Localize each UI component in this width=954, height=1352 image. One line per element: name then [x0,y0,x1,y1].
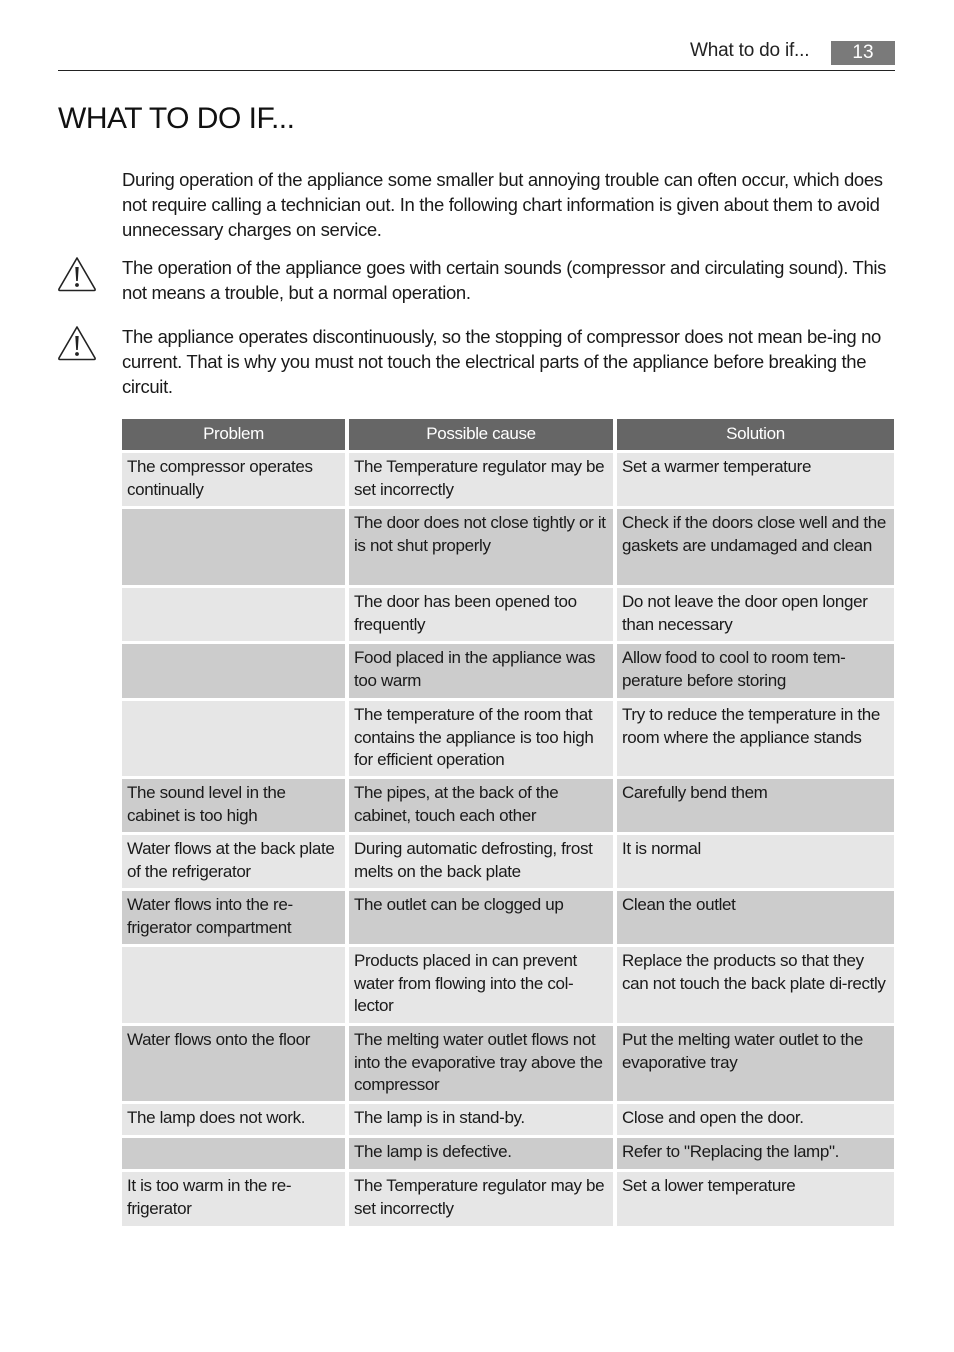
cause-cell: The Temperature regulator may be set inc… [349,453,613,506]
warning-text: The appliance operates discontinuously, … [122,326,881,397]
table-row: The lamp does not work. The lamp is in s… [122,1104,894,1135]
problem-cell [122,947,345,1023]
cause-cell: The lamp is defective. [349,1138,613,1169]
solution-cell: Set a lower temperature [617,1172,894,1226]
column-header-cause: Possible cause [349,419,613,450]
table-row: Water flows into the re-frigerator compa… [122,891,894,944]
table-row: It is too warm in the re-frigerator The … [122,1172,894,1226]
problem-cell: The lamp does not work. [122,1104,345,1135]
page-number: 13 [831,41,895,65]
table-row: Food placed in the appliance was too war… [122,644,894,698]
solution-cell: Carefully bend them [617,779,894,832]
cause-cell: The Temperature regulator may be set inc… [349,1172,613,1226]
cause-cell: The door does not close tightly or it is… [349,509,613,585]
cause-cell: During automatic defrosting, frost melts… [349,835,613,888]
solution-cell: Close and open the door. [617,1104,894,1135]
cause-cell: The temperature of the room that contain… [349,701,613,776]
warning-triangle-icon [58,326,96,361]
table-row: The door has been opened too frequently … [122,588,894,641]
column-header-problem: Problem [122,419,345,450]
cause-cell: The pipes, at the back of the cabinet, t… [349,779,613,832]
table-row: The door does not close tightly or it is… [122,509,894,585]
problem-cell: Water flows at the back plate of the ref… [122,835,345,888]
solution-cell: Check if the doors close well and the ga… [617,509,894,585]
problem-cell [122,701,345,776]
solution-cell: Refer to "Replacing the lamp". [617,1138,894,1169]
table-row: Products placed in can prevent water fro… [122,947,894,1023]
warning-text: The operation of the appliance goes with… [122,257,887,303]
solution-cell: Try to reduce the temperature in the roo… [617,701,894,776]
solution-cell: Set a warmer temperature [617,453,894,506]
header-rule [58,70,895,71]
table-row: The lamp is defective. Refer to "Replaci… [122,1138,894,1169]
solution-cell: Do not leave the door open longer than n… [617,588,894,641]
problem-cell [122,509,345,585]
problem-cell: It is too warm in the re-frigerator [122,1172,345,1226]
solution-cell: Clean the outlet [617,891,894,944]
cause-cell: The lamp is in stand-by. [349,1104,613,1135]
troubleshooting-table: Problem Possible cause Solution The comp… [122,419,894,1229]
warning-triangle-icon [58,257,96,292]
table-row: The sound level in the cabinet is too hi… [122,779,894,832]
problem-cell: Water flows into the re-frigerator compa… [122,891,345,944]
problem-cell [122,644,345,698]
table-row: Water flows at the back plate of the ref… [122,835,894,888]
cause-cell: Food placed in the appliance was too war… [349,644,613,698]
problem-cell: The compressor operates continually [122,453,345,506]
cause-cell: The outlet can be clogged up [349,891,613,944]
problem-cell [122,1138,345,1169]
running-header-section: What to do if... [690,40,810,61]
solution-cell: Allow food to cool to room tem-perature … [617,644,894,698]
intro-paragraph: During operation of the appliance some s… [122,169,883,240]
cause-cell: Products placed in can prevent water fro… [349,947,613,1023]
solution-cell: It is normal [617,835,894,888]
problem-cell: The sound level in the cabinet is too hi… [122,779,345,832]
cause-cell: The door has been opened too frequently [349,588,613,641]
table-header-row: Problem Possible cause Solution [122,419,894,450]
cause-cell: The melting water outlet flows not into … [349,1026,613,1101]
table-row: The compressor operates continually The … [122,453,894,506]
table-row: Water flows onto the floor The melting w… [122,1026,894,1101]
solution-cell: Put the melting water outlet to the evap… [617,1026,894,1101]
column-header-solution: Solution [617,419,894,450]
problem-cell: Water flows onto the floor [122,1026,345,1101]
solution-cell: Replace the products so that they can no… [617,947,894,1023]
problem-cell [122,588,345,641]
page-title: WHAT TO DO IF... [58,102,295,135]
table-row: The temperature of the room that contain… [122,701,894,776]
